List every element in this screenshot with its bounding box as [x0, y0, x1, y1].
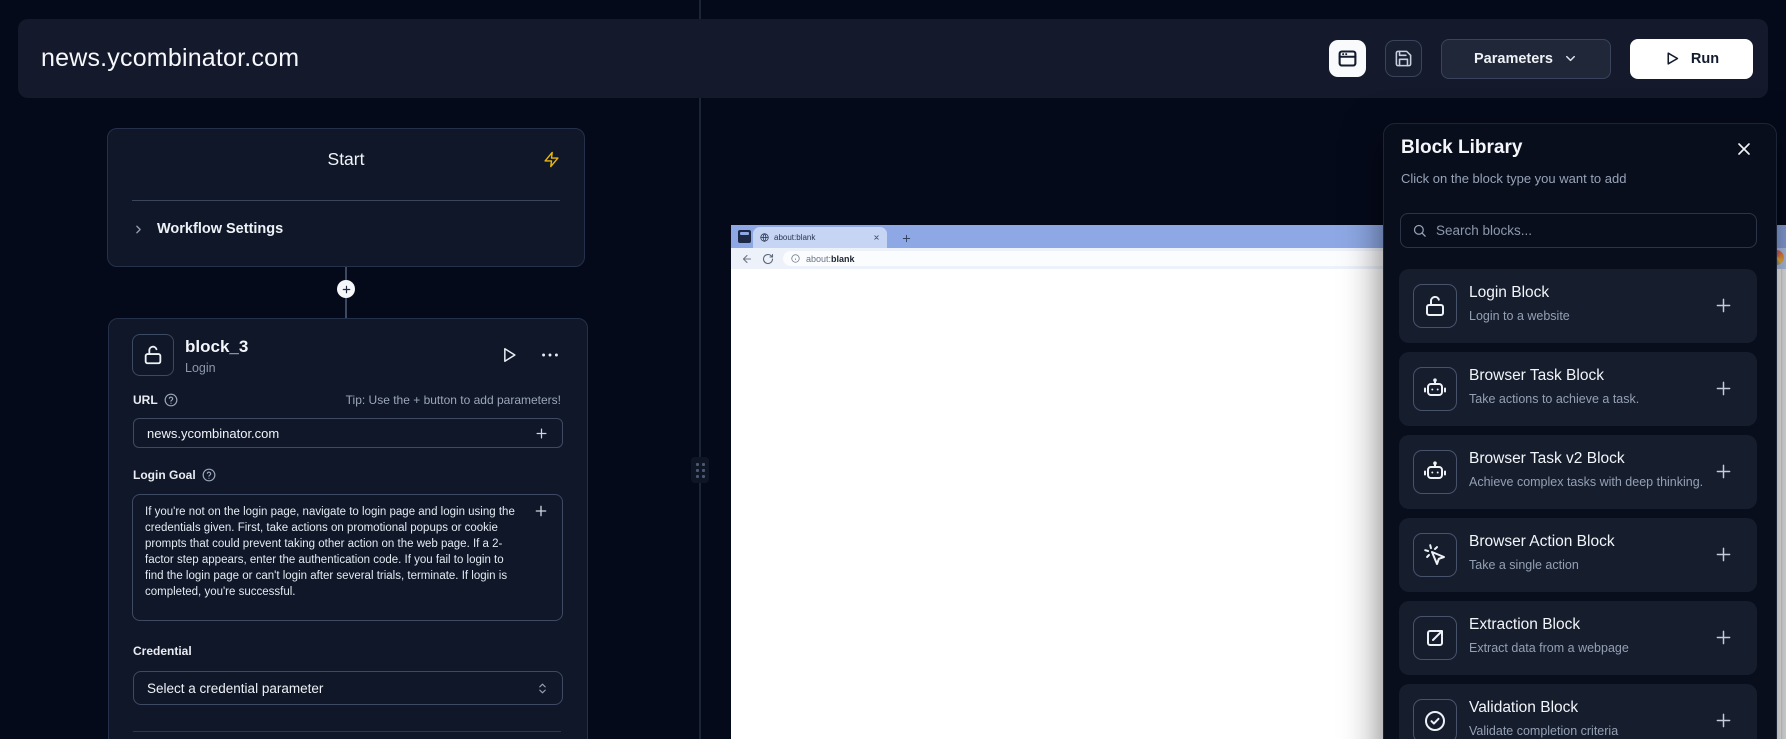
- info-icon[interactable]: [791, 254, 800, 263]
- block-item-description: Login to a website: [1469, 309, 1570, 323]
- chevron-down-icon: [1563, 51, 1578, 66]
- start-node-title: Start: [108, 149, 584, 170]
- block-item-browser-task-v2[interactable]: Browser Task v2 Block Achieve complex ta…: [1399, 435, 1757, 509]
- block-type-label: Login: [185, 361, 216, 375]
- login-goal-label: Login Goal: [133, 468, 196, 482]
- goal-add-parameter-icon[interactable]: [533, 503, 549, 519]
- block-item-name: Browser Task v2 Block: [1469, 450, 1625, 468]
- chevron-right-icon: [132, 223, 145, 236]
- block-library-panel: Block Library Click on the block type yo…: [1383, 123, 1777, 739]
- lightning-bolt-icon: [543, 151, 560, 168]
- extract-icon: [1413, 616, 1457, 660]
- parameters-button[interactable]: Parameters: [1441, 39, 1611, 79]
- help-circle-icon[interactable]: [164, 393, 178, 407]
- block-library-subtitle: Click on the block type you want to add: [1401, 171, 1626, 186]
- browser-sidebar-icon[interactable]: [738, 230, 751, 243]
- address-url: about:blank: [806, 254, 855, 264]
- browser-tab-title: about:blank: [774, 233, 868, 242]
- cursor-click-icon: [1413, 533, 1457, 577]
- block-item-login[interactable]: Login Block Login to a website: [1399, 269, 1757, 343]
- block-item-name: Browser Action Block: [1469, 533, 1615, 551]
- tab-close-icon[interactable]: [873, 234, 880, 241]
- block-item-validation[interactable]: Validation Block Validate completion cri…: [1399, 684, 1757, 739]
- browser-scrollbar[interactable]: [1781, 269, 1786, 739]
- login-goal-textarea[interactable]: If you're not on the login page, navigat…: [132, 494, 563, 621]
- workflow-settings-label: Workflow Settings: [157, 221, 283, 237]
- block-item-description: Extract data from a webpage: [1469, 641, 1629, 655]
- block-item-name: Validation Block: [1469, 699, 1578, 717]
- close-icon[interactable]: [1734, 139, 1754, 159]
- browser-panel-button[interactable]: [1329, 40, 1366, 77]
- block-list: Login Block Login to a website Browser T…: [1399, 269, 1757, 739]
- block-library-title: Block Library: [1401, 137, 1522, 159]
- save-button[interactable]: [1385, 40, 1422, 77]
- block-search-box[interactable]: [1400, 213, 1757, 248]
- block-item-description: Take a single action: [1469, 558, 1579, 572]
- workflow-title: news.ycombinator.com: [41, 44, 299, 73]
- back-icon[interactable]: [741, 253, 753, 265]
- new-tab-icon[interactable]: [901, 233, 912, 244]
- url-add-parameter-icon[interactable]: [534, 426, 549, 441]
- run-block-icon[interactable]: [499, 345, 519, 365]
- robot-icon: [1413, 367, 1457, 411]
- start-node-divider: [132, 200, 560, 201]
- parameters-label: Parameters: [1474, 51, 1553, 67]
- block-search-input[interactable]: [1436, 223, 1745, 238]
- workflow-settings-toggle[interactable]: Workflow Settings: [132, 221, 283, 237]
- block-name: block_3: [185, 337, 248, 357]
- run-label: Run: [1691, 51, 1719, 67]
- url-input[interactable]: [133, 418, 563, 448]
- login-block-header: block_3 Login: [132, 334, 561, 380]
- credential-select[interactable]: Select a credential parameter: [133, 671, 563, 705]
- block-item-description: Achieve complex tasks with deep thinking…: [1469, 475, 1703, 489]
- add-block-button[interactable]: [337, 280, 355, 298]
- add-icon[interactable]: [1713, 378, 1734, 399]
- browser-tab[interactable]: about:blank: [753, 227, 887, 248]
- canvas-split-divider: [699, 0, 701, 739]
- block-item-browser-task[interactable]: Browser Task Block Take actions to achie…: [1399, 352, 1757, 426]
- split-drag-handle[interactable]: [691, 457, 709, 483]
- search-icon: [1412, 223, 1427, 238]
- save-icon: [1394, 49, 1413, 68]
- refresh-icon[interactable]: [762, 253, 774, 265]
- lock-icon: [1413, 284, 1457, 328]
- block-section-divider: [133, 731, 561, 732]
- credential-label-row: Credential: [133, 644, 561, 658]
- block-item-description: Validate completion criteria: [1469, 724, 1618, 738]
- chevrons-up-down-icon: [536, 682, 549, 695]
- url-parameter-tip: Tip: Use the + button to add parameters!: [346, 393, 561, 407]
- block-item-browser-action[interactable]: Browser Action Block Take a single actio…: [1399, 518, 1757, 592]
- start-node[interactable]: Start Workflow Settings: [107, 128, 585, 267]
- add-icon[interactable]: [1713, 710, 1734, 731]
- url-label-row: URL Tip: Use the + button to add paramet…: [133, 393, 561, 407]
- block-actions: [499, 344, 561, 366]
- run-button[interactable]: Run: [1630, 39, 1753, 79]
- block-item-name: Extraction Block: [1469, 616, 1580, 634]
- block-item-extraction[interactable]: Extraction Block Extract data from a web…: [1399, 601, 1757, 675]
- top-header-bar: news.ycombinator.com Parameters: [18, 19, 1768, 98]
- header-actions: Parameters Run: [1329, 19, 1753, 98]
- credential-select-value: Select a credential parameter: [147, 681, 323, 696]
- credential-label: Credential: [133, 644, 192, 658]
- check-circle-icon: [1413, 699, 1457, 739]
- goal-label-row: Login Goal: [133, 468, 561, 482]
- browser-window-icon: [1337, 48, 1358, 69]
- add-icon[interactable]: [1713, 627, 1734, 648]
- lock-icon: [132, 334, 174, 376]
- globe-icon: [760, 233, 769, 242]
- play-icon: [1664, 50, 1681, 67]
- add-icon[interactable]: [1713, 461, 1734, 482]
- url-label: URL: [133, 393, 158, 407]
- block-item-name: Browser Task Block: [1469, 367, 1604, 385]
- block-item-description: Take actions to achieve a task.: [1469, 392, 1639, 406]
- more-options-icon[interactable]: [539, 344, 561, 366]
- login-block-node[interactable]: block_3 Login URL Tip: Use the + button …: [108, 318, 588, 739]
- robot-icon: [1413, 450, 1457, 494]
- add-icon[interactable]: [1713, 544, 1734, 565]
- workflow-editor: about:blank about:blank: [0, 0, 1786, 739]
- help-circle-icon[interactable]: [202, 468, 216, 482]
- add-icon[interactable]: [1713, 295, 1734, 316]
- block-item-name: Login Block: [1469, 284, 1549, 302]
